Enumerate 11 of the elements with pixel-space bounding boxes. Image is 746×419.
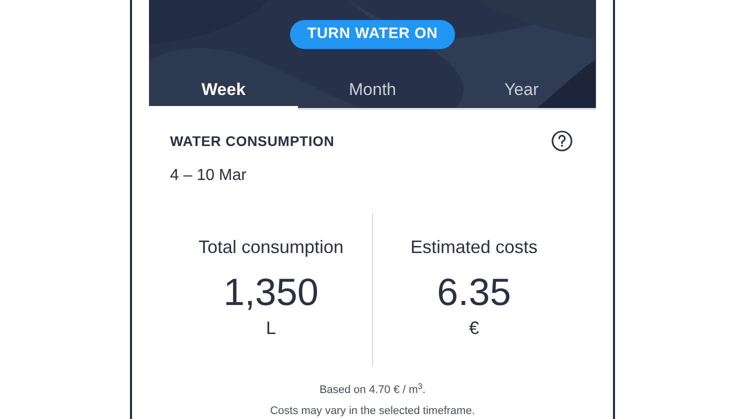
cost-note: Based on 4.70 € / m$^{3}$.: [319, 382, 426, 398]
date-range: 4 – 10 Mar: [170, 166, 246, 186]
card-title: WATER CONSUMPTION: [170, 132, 334, 150]
stat-unit: L: [266, 317, 276, 340]
stat-label: Total consumption: [198, 236, 344, 259]
stat-value: 6.35: [437, 271, 511, 315]
stat-value: 1,350: [223, 271, 319, 315]
help-icon[interactable]: [551, 130, 573, 152]
stat-unit: €: [468, 317, 479, 340]
cost-note: Costs may vary in the selected timeframe.: [270, 404, 475, 418]
stat-label: Estimated costs: [410, 236, 538, 259]
